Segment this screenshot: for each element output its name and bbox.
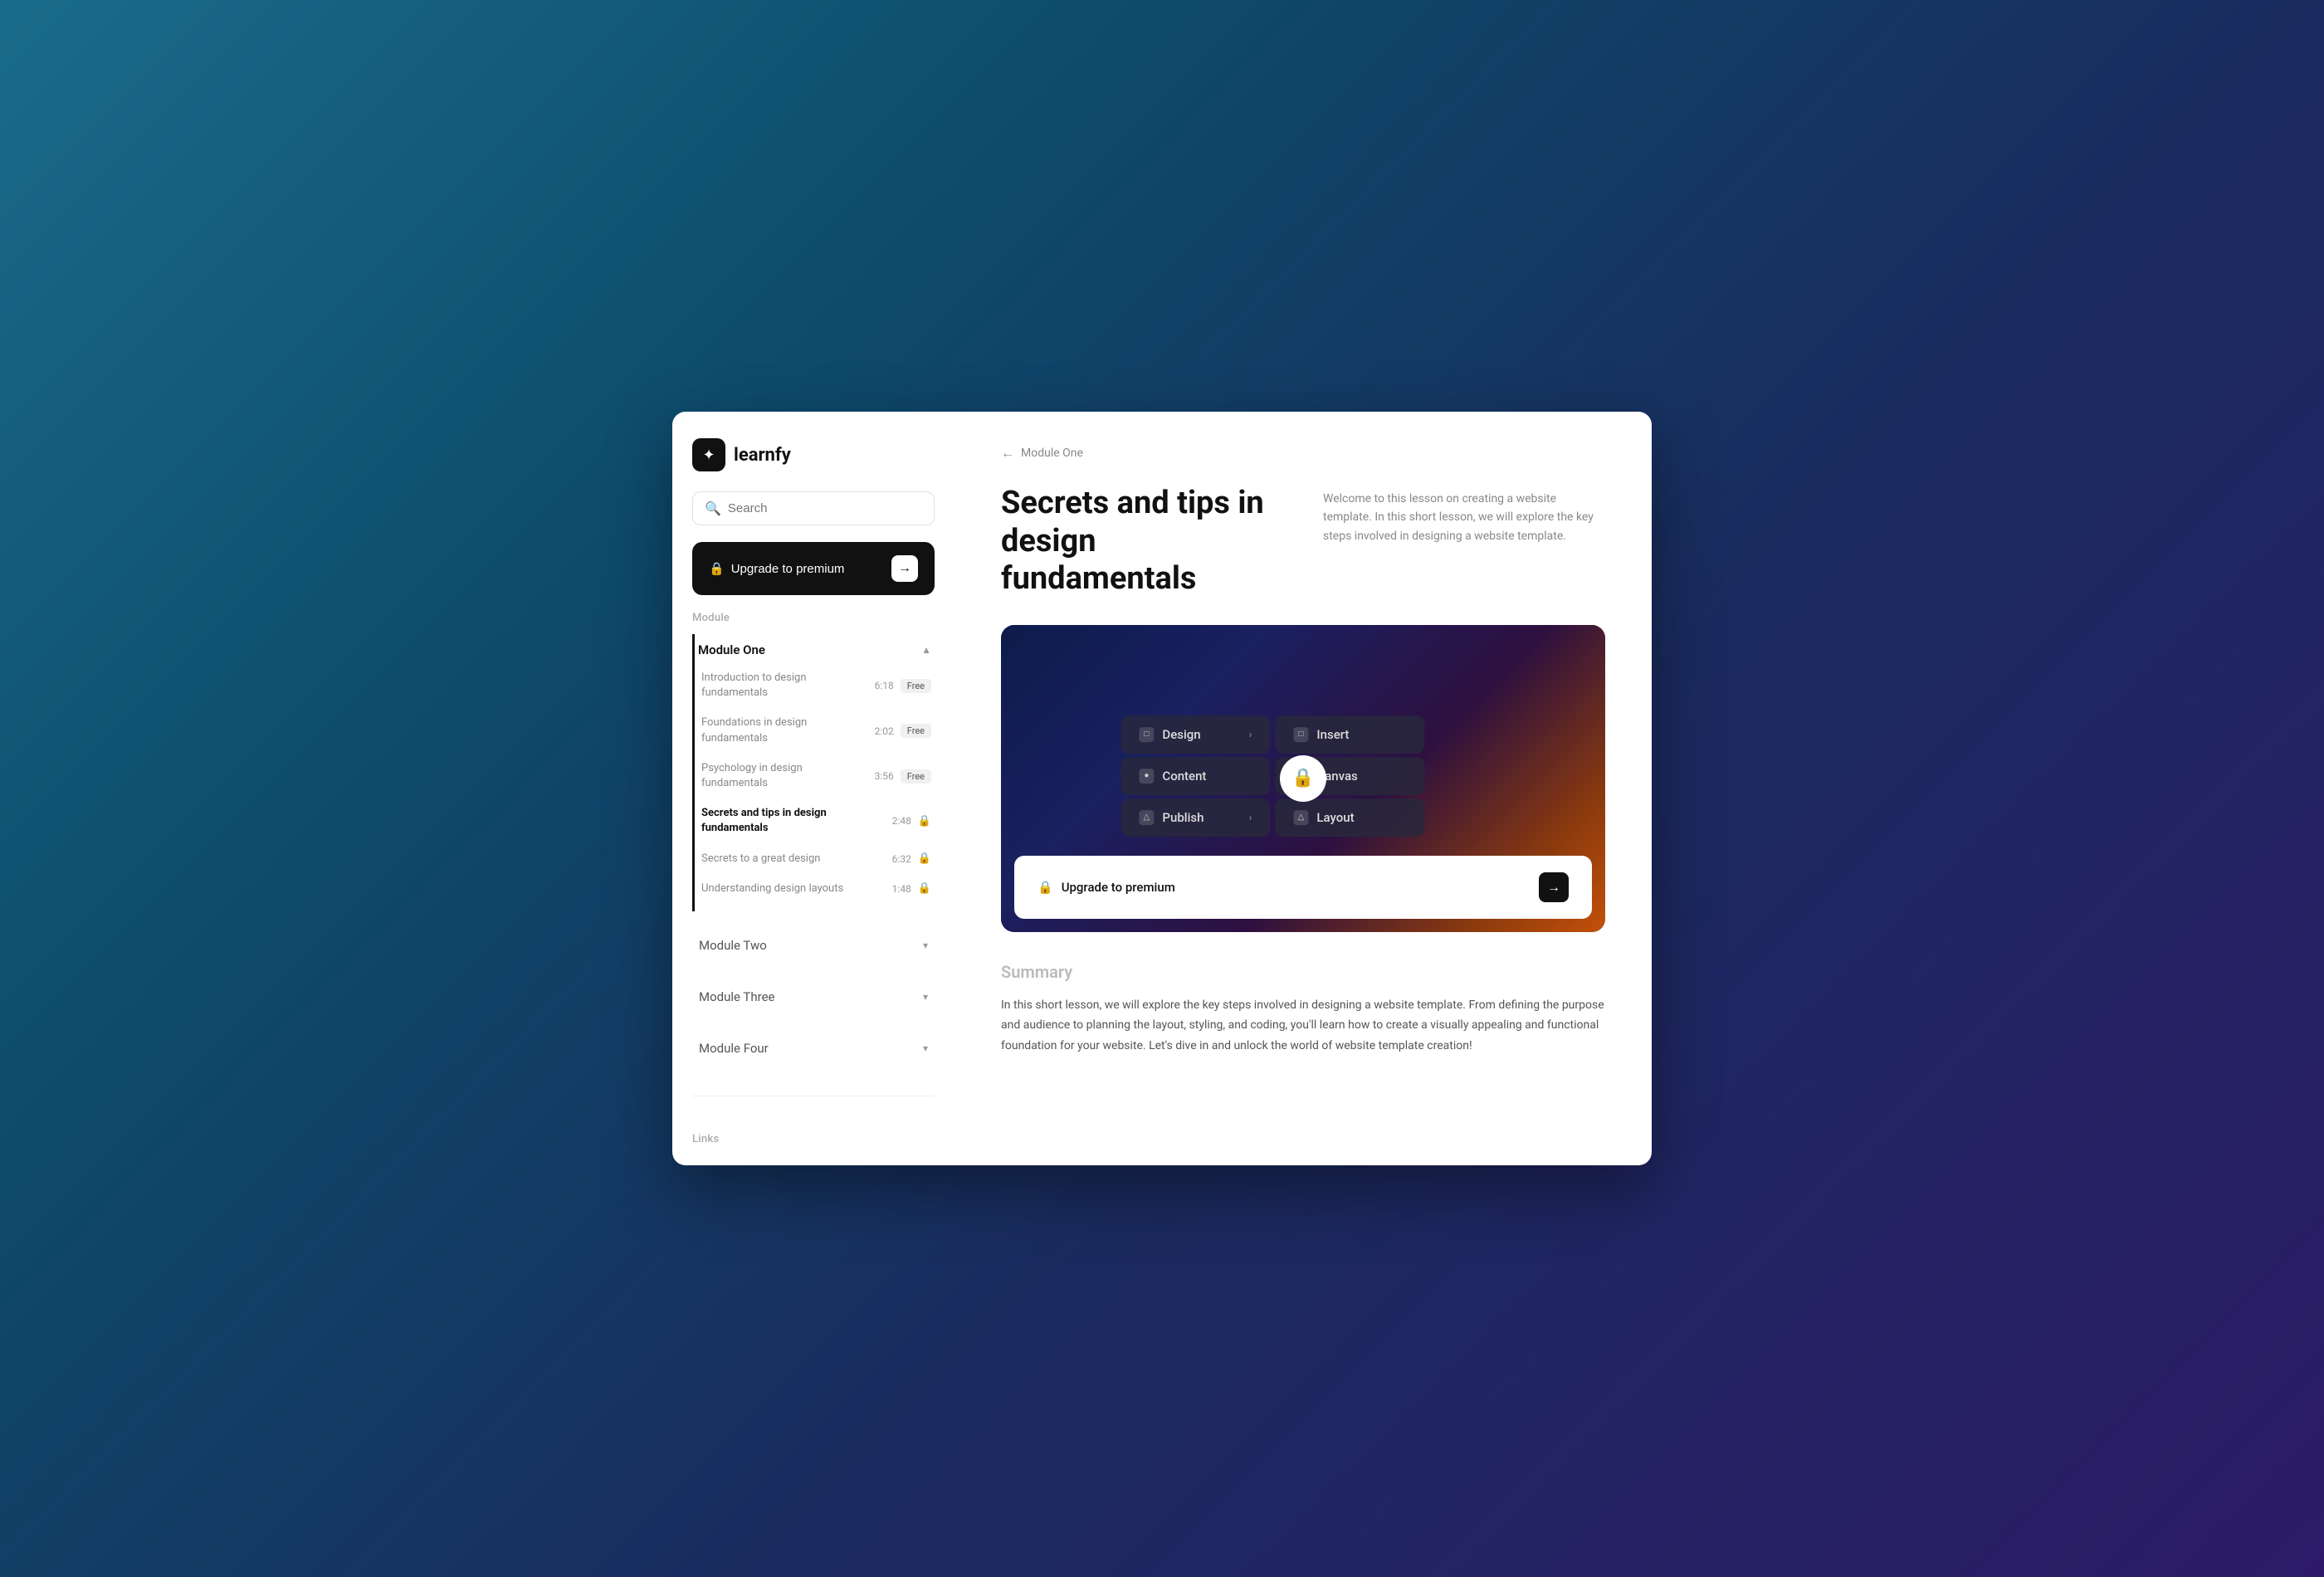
search-box[interactable]: 🔍 bbox=[692, 491, 935, 525]
chevron-down-icon: ▾ bbox=[923, 1042, 928, 1054]
video-upgrade-banner[interactable]: 🔒 Upgrade to premium → bbox=[1014, 856, 1592, 919]
lesson-duration: 6:18 bbox=[875, 680, 894, 691]
back-arrow-icon: ← bbox=[1001, 445, 1014, 461]
menu-card-content: ● Content bbox=[1120, 757, 1270, 795]
module-three-label: Module Three bbox=[699, 989, 774, 1004]
sidebar-item-module-two[interactable]: Module Two ▾ bbox=[692, 928, 935, 963]
sidebar-item-module-four[interactable]: Module Four ▾ bbox=[692, 1031, 935, 1066]
logo-icon: ✦ bbox=[692, 438, 725, 471]
upgrade-banner-arrow-icon: → bbox=[1539, 872, 1569, 902]
page-header: Secrets and tips in design fundamentals … bbox=[1001, 485, 1605, 598]
video-lock-icon: 🔒 bbox=[1280, 755, 1326, 802]
free-badge: Free bbox=[901, 724, 931, 738]
sidebar-item-module-three[interactable]: Module Three ▾ bbox=[692, 979, 935, 1014]
upgrade-arrow-icon: → bbox=[891, 555, 918, 582]
lesson-title: Introduction to design fundamentals bbox=[701, 671, 865, 701]
app-container: ✦ learnfy 🔍 🔒 Upgrade to premium → Modul… bbox=[672, 412, 1652, 1165]
lesson-title: Psychology in design fundamentals bbox=[701, 761, 865, 791]
lock-icon: 🔒 bbox=[918, 852, 931, 865]
lesson-title: Understanding design layouts bbox=[701, 881, 865, 896]
lesson-item[interactable]: Introduction to design fundamentals 6:18… bbox=[695, 664, 935, 707]
links-section: Links bbox=[692, 1133, 935, 1139]
lesson-item[interactable]: Secrets to a great design 6:32 🔒 bbox=[695, 845, 935, 873]
video-container: □ Design › □ Insert ● Content bbox=[1001, 625, 1605, 932]
lesson-duration: 1:48 bbox=[892, 883, 911, 895]
summary-text: In this short lesson, we will explore th… bbox=[1001, 995, 1605, 1057]
page-description: Welcome to this lesson on creating a web… bbox=[1323, 485, 1605, 545]
lesson-duration: 3:56 bbox=[875, 770, 894, 782]
module-section-label: Module bbox=[692, 612, 935, 624]
lock-icon: 🔒 bbox=[918, 815, 931, 828]
sidebar: ✦ learnfy 🔍 🔒 Upgrade to premium → Modul… bbox=[672, 412, 954, 1165]
lesson-item[interactable]: Psychology in design fundamentals 3:56 F… bbox=[695, 754, 935, 798]
lesson-duration: 2:02 bbox=[875, 725, 894, 737]
breadcrumb[interactable]: ← Module One bbox=[1001, 445, 1605, 461]
search-input[interactable] bbox=[728, 501, 922, 515]
chevron-right-icon: › bbox=[1249, 812, 1252, 823]
main-content: ← Module One Secrets and tips in design … bbox=[954, 412, 1652, 1165]
summary-section: Summary In this short lesson, we will ex… bbox=[1001, 962, 1605, 1057]
summary-title: Summary bbox=[1001, 962, 1605, 982]
links-label: Links bbox=[692, 1133, 935, 1145]
chevron-right-icon: › bbox=[1249, 729, 1252, 740]
chevron-down-icon: ▾ bbox=[923, 991, 928, 1003]
menu-card-layout: △ Layout bbox=[1275, 798, 1424, 837]
search-icon: 🔍 bbox=[705, 500, 721, 516]
video-menu-overlay: □ Design › □ Insert ● Content bbox=[1120, 715, 1424, 837]
lock-icon-upgrade: 🔒 bbox=[709, 561, 725, 576]
lesson-item[interactable]: Understanding design layouts 1:48 🔒 bbox=[695, 875, 935, 903]
module-two-label: Module Two bbox=[699, 938, 767, 953]
logo-text: learnfy bbox=[734, 445, 791, 466]
lesson-list: Introduction to design fundamentals 6:18… bbox=[695, 664, 935, 903]
module-one-label: Module One bbox=[698, 642, 765, 657]
lock-icon: 🔒 bbox=[918, 882, 931, 895]
menu-card-design: □ Design › bbox=[1120, 715, 1270, 754]
module-one-header[interactable]: Module One ▲ bbox=[695, 642, 935, 657]
lock-icon-banner: 🔒 bbox=[1038, 880, 1053, 895]
module-section: Module bbox=[692, 612, 935, 618]
upgrade-banner-label: Upgrade to premium bbox=[1062, 880, 1175, 895]
free-badge: Free bbox=[901, 679, 931, 693]
lesson-item-active[interactable]: Secrets and tips in design fundamentals … bbox=[695, 799, 935, 842]
sidebar-item-module-one: Module One ▲ Introduction to design fund… bbox=[692, 634, 935, 911]
lesson-duration: 6:32 bbox=[892, 853, 911, 865]
logo-area: ✦ learnfy bbox=[692, 438, 935, 471]
lesson-title-active: Secrets and tips in design fundamentals bbox=[701, 806, 865, 836]
page-title: Secrets and tips in design fundamentals bbox=[1001, 485, 1283, 598]
upgrade-sidebar-button[interactable]: 🔒 Upgrade to premium → bbox=[692, 542, 935, 595]
free-badge: Free bbox=[901, 769, 931, 784]
lesson-item[interactable]: Foundations in design fundamentals 2:02 … bbox=[695, 709, 935, 752]
chevron-up-icon: ▲ bbox=[921, 644, 931, 656]
lesson-duration: 2:48 bbox=[892, 815, 911, 827]
chevron-down-icon: ▾ bbox=[923, 940, 928, 951]
breadcrumb-label: Module One bbox=[1021, 447, 1083, 460]
menu-card-insert: □ Insert bbox=[1275, 715, 1424, 754]
lesson-title: Secrets to a great design bbox=[701, 852, 865, 867]
menu-card-publish: △ Publish › bbox=[1120, 798, 1270, 837]
lesson-title: Foundations in design fundamentals bbox=[701, 715, 865, 745]
module-four-label: Module Four bbox=[699, 1041, 769, 1056]
